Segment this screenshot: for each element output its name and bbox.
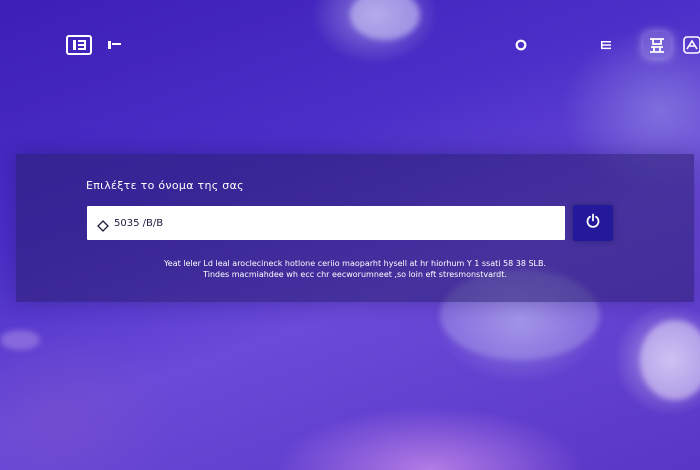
settings-icon[interactable] xyxy=(683,36,700,54)
list-icon[interactable] xyxy=(600,39,612,51)
code-input-container[interactable] xyxy=(87,206,565,240)
code-input[interactable] xyxy=(112,216,556,230)
power-icon xyxy=(585,213,601,233)
top-bar xyxy=(0,0,700,80)
background-glow xyxy=(0,330,40,350)
info-note-line: Yeat leler Ld leal aroclecineck hotlone … xyxy=(163,259,547,268)
background-glow xyxy=(640,320,700,400)
power-button[interactable] xyxy=(573,205,613,241)
record-icon[interactable] xyxy=(515,39,527,51)
info-note-line: Tindes macmiahdee wh ecc chr eecworumnee… xyxy=(203,270,507,279)
language-icon[interactable] xyxy=(643,32,671,58)
search-panel: Επιλέξτε το όνομα της σας Yeat leler Ld … xyxy=(16,154,694,302)
tag-icon xyxy=(97,217,109,232)
menu-icon[interactable] xyxy=(108,40,122,50)
info-note: Yeat leler Ld leal aroclecineck hotlone … xyxy=(16,258,694,280)
app-logo-icon[interactable] xyxy=(66,35,92,55)
panel-title: Επιλέξτε το όνομα της σας xyxy=(86,179,244,192)
